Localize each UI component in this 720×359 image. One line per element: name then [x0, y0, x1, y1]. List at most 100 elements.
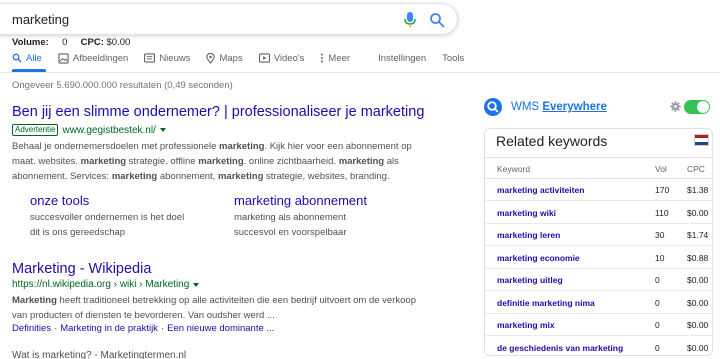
keyword-row: de geschiedenis van marketing 0 $0.00	[485, 337, 712, 356]
map-pin-icon	[206, 52, 216, 64]
result-stats: Ongeveer 5.690.000.000 resultaten (0,49 …	[12, 80, 233, 91]
ad-url-line: Advertentie www.gegistbestek.nl/	[12, 124, 166, 136]
tab-instellingen[interactable]: Instellingen	[378, 49, 426, 67]
keyword-link[interactable]: marketing economie	[497, 253, 580, 263]
keyword-volume-line: Volume: 0 CPC: $0.00	[12, 37, 130, 48]
keyword-volume: 0	[655, 320, 660, 330]
cpc-value: $0.00	[106, 37, 131, 48]
tab-alle[interactable]: Alle	[12, 49, 42, 67]
tab-videos[interactable]: Video's	[258, 49, 304, 67]
keyword-cpc: $0.00	[687, 275, 709, 285]
caret-down-icon[interactable]	[159, 128, 166, 132]
keyword-link[interactable]: marketing mix	[497, 320, 555, 330]
mic-icon[interactable]	[402, 11, 418, 29]
keyword-volume: 30	[655, 230, 665, 240]
toggle-knob	[697, 101, 709, 113]
sitelink-desc: marketing als abonnement	[234, 212, 346, 223]
snippet-text: . online zichtbaarheid.	[243, 156, 339, 167]
keyword-volume: 0	[655, 342, 660, 353]
column-cpc: CPC	[687, 164, 705, 174]
keyword-table-header: Keyword Vol CPC	[485, 157, 712, 179]
keyword-row: marketing activiteiten 170 $1.38	[485, 179, 712, 201]
keyword-cpc: $0.00	[687, 320, 709, 330]
ad-result-title[interactable]: Ben jij een slimme ondernemer? | profess…	[12, 104, 424, 120]
tab-nieuws[interactable]: Nieuws	[144, 49, 190, 67]
wms-header: WMS Everywhere	[484, 98, 710, 118]
organic-url[interactable]: https://nl.wikipedia.org › wiki › Market…	[12, 279, 189, 290]
wms-everywhere-link[interactable]: Everywhere	[542, 101, 607, 113]
sitelink-onze-tools[interactable]: onze tools	[30, 193, 89, 208]
sitelink-desc: dit is ons gereedschap	[30, 227, 126, 238]
keyword-cpc: $0.00	[687, 297, 709, 308]
snippet-text: Behaal je ondernemersdoelen met professi…	[12, 141, 220, 152]
keyword-row: definitie marketing nima 0 $0.00	[485, 292, 712, 314]
snippet-text: abonnement,	[157, 171, 218, 182]
next-result-cutoff[interactable]: Wat is marketing? - Marketingtermen.nl	[12, 350, 186, 359]
snippet-text: strategie, websites, branding.	[263, 171, 390, 182]
image-icon	[58, 52, 69, 64]
sub-link-definities[interactable]: Definities	[12, 323, 51, 334]
wms-toggle[interactable]	[684, 100, 710, 114]
snippet-text: heeft traditioneel betrekking op alle ac…	[12, 295, 416, 321]
snippet-text: strategie. offline	[126, 156, 199, 167]
keyword-link[interactable]: marketing wiki	[497, 208, 556, 218]
wms-logo-icon	[484, 98, 502, 116]
keyword-link[interactable]: definitie marketing nima	[497, 298, 595, 308]
caret-down-icon[interactable]	[193, 282, 200, 287]
news-icon	[144, 53, 156, 63]
organic-url-line: https://nl.wikipedia.org › wiki › Market…	[12, 279, 200, 290]
snippet-highlight: marketing	[219, 141, 265, 152]
keyword-link[interactable]: marketing uitleg	[497, 275, 563, 285]
organic-result-title[interactable]: Marketing - Wikipedia	[12, 261, 151, 277]
keyword-link[interactable]: de geschiedenis van marketing	[497, 343, 623, 353]
keyword-row: marketing uitleg 0 $0.00	[485, 269, 712, 291]
ad-snippet: Behaal je ondernemersdoelen met professi…	[12, 139, 412, 184]
ad-badge: Advertentie	[12, 124, 59, 136]
keyword-cpc: $0.88	[687, 252, 709, 263]
snippet-highlight: marketing	[80, 156, 127, 167]
keyword-volume: 170	[655, 185, 670, 195]
related-keywords-title: Related keywords	[496, 133, 608, 149]
snippet-highlight: marketing	[198, 156, 244, 167]
search-box[interactable]: marketing	[0, 3, 458, 35]
keyword-cpc: $1.38	[687, 185, 709, 195]
keyword-row: marketing economie 10 $0.88	[485, 247, 712, 269]
snippet-highlight: marketing	[217, 171, 264, 182]
organic-sub-links: Definities · Marketing in de praktijk · Een …	[12, 323, 275, 334]
video-icon	[258, 53, 270, 63]
wms-title: WMS Everywhere	[511, 101, 607, 113]
volume-value: 0	[62, 37, 68, 48]
column-keyword: Keyword	[497, 164, 531, 174]
volume-label: Volume:	[12, 37, 49, 48]
search-icon	[12, 53, 22, 63]
cpc-label: CPC:	[80, 37, 104, 48]
tab-afbeeldingen[interactable]: Afbeeldingen	[58, 49, 128, 67]
keyword-row: marketing mix 0 $0.00	[485, 314, 712, 336]
tab-maps[interactable]: Maps	[206, 49, 243, 67]
tab-tools[interactable]: Tools	[442, 49, 464, 67]
keyword-row: marketing wiki 110 $0.00	[485, 202, 712, 224]
snippet-highlight: marketing	[338, 156, 385, 167]
gear-icon[interactable]	[670, 101, 681, 112]
sub-link-dominante[interactable]: Een nieuwe dominante ...	[167, 323, 274, 334]
related-keywords-card: Related keywords Keyword Vol CPC marketi…	[484, 128, 713, 356]
sub-link-praktijk[interactable]: Marketing in de praktijk	[60, 323, 158, 334]
search-icon[interactable]	[429, 12, 445, 28]
keyword-cpc: $0.00	[687, 342, 709, 353]
snippet-highlight: marketing	[111, 171, 158, 182]
snippet-highlight: Marketing	[12, 295, 57, 306]
tab-meer[interactable]: Meer	[320, 49, 350, 67]
tabs-divider	[0, 72, 720, 73]
keyword-cpc: $0.00	[687, 207, 709, 218]
keyword-link[interactable]: marketing leren	[497, 230, 560, 240]
netherlands-flag-icon[interactable]	[694, 134, 709, 146]
keyword-cpc: $1.74	[687, 230, 709, 240]
search-input[interactable]: marketing	[12, 12, 69, 27]
search-tabs: Alle Afbeeldingen Nieuws Maps Video's Me…	[12, 49, 480, 69]
column-vol: Vol	[655, 164, 667, 174]
keyword-volume: 0	[655, 275, 660, 285]
organic-snippet: Marketing heeft traditioneel betrekking …	[12, 293, 417, 323]
keyword-link[interactable]: marketing activiteiten	[497, 185, 584, 195]
ad-url[interactable]: www.gegistbestek.nl/	[62, 125, 155, 136]
sitelink-marketing-abonnement[interactable]: marketing abonnement	[234, 193, 367, 208]
